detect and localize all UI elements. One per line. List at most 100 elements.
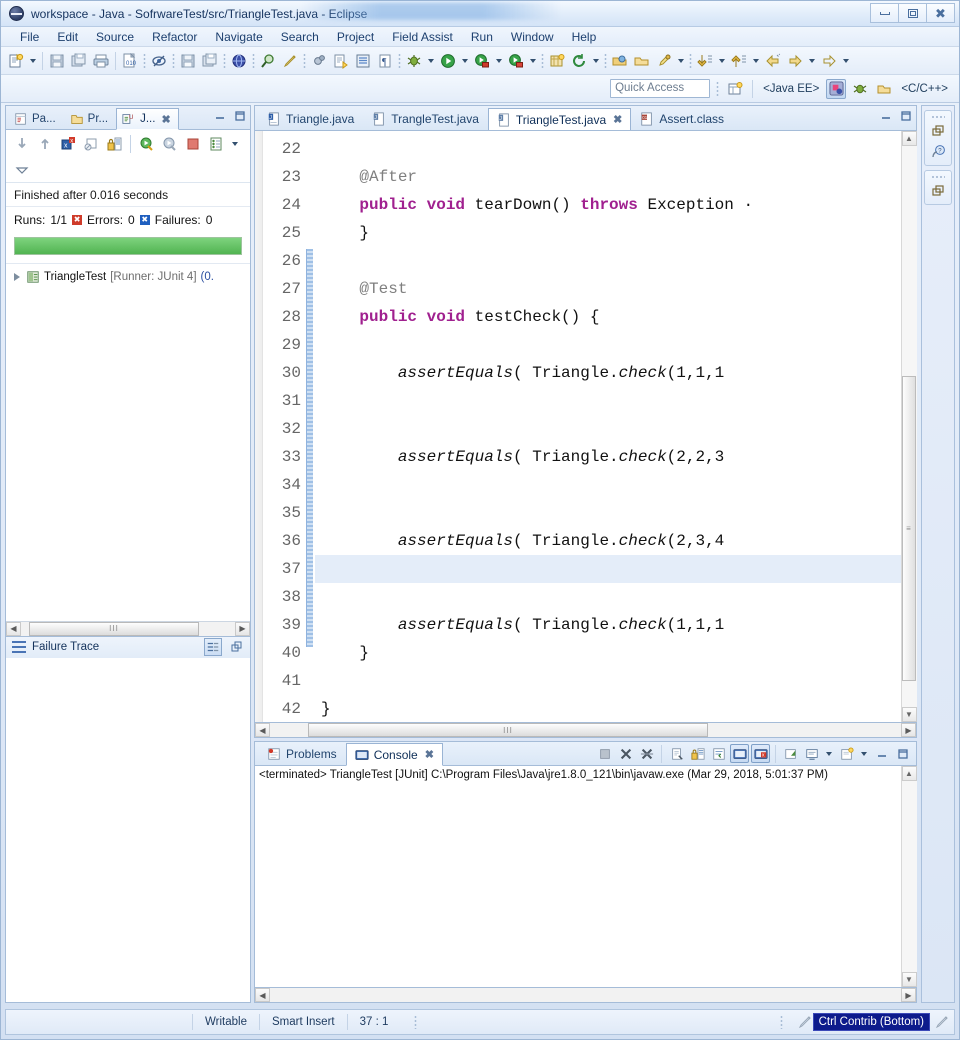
maximize-view-icon[interactable] (233, 109, 247, 123)
new-wizard-icon[interactable] (5, 50, 27, 72)
toggle-mark-occurrences-icon[interactable] (148, 50, 170, 72)
junit-scroll-track[interactable]: III (21, 621, 235, 636)
code-line[interactable] (315, 331, 901, 359)
fast-view-grip[interactable] (931, 115, 945, 119)
menu-file[interactable]: File (11, 28, 48, 46)
run-dropdown-icon[interactable] (462, 58, 468, 63)
link-dropdown-icon[interactable] (678, 58, 684, 63)
menu-run[interactable]: Run (462, 28, 502, 46)
marker-column[interactable] (255, 131, 263, 722)
code-line[interactable]: } (315, 639, 901, 667)
code-line[interactable]: assertEquals( Triangle.check(2,2,3 (315, 443, 901, 471)
code-line[interactable] (315, 415, 901, 443)
tab-junit[interactable]: U J... ✖ (116, 108, 179, 130)
console-scroll-track[interactable] (901, 781, 917, 972)
editor-tab-assert-class[interactable]: 010 Assert.class (631, 107, 733, 130)
debug-dropdown-icon[interactable] (428, 58, 434, 63)
open-perspective-button[interactable] (725, 79, 745, 99)
console-scroll-up-icon[interactable]: ▲ (901, 766, 917, 781)
display-selected-console-icon[interactable] (802, 744, 821, 763)
refresh-dropdown-icon[interactable] (593, 58, 599, 63)
scroll-up-icon[interactable]: ▲ (901, 131, 917, 146)
word-wrap-icon[interactable] (709, 744, 728, 763)
open-folder-icon[interactable] (631, 50, 653, 72)
refresh-icon[interactable] (568, 50, 590, 72)
code-content[interactable]: @After public void tearDown() throws Exc… (315, 131, 901, 722)
code-line[interactable] (315, 471, 901, 499)
scroll-right-icon[interactable]: ▶ (235, 621, 250, 636)
code-line[interactable] (315, 247, 901, 275)
next-annotation-icon[interactable] (728, 50, 750, 72)
test-run-history-icon[interactable] (206, 134, 226, 154)
scroll-down-icon[interactable]: ▼ (901, 707, 917, 722)
forward-2-icon[interactable] (818, 50, 840, 72)
quick-access-input[interactable]: Quick Access (610, 79, 711, 98)
console-minimize-icon[interactable] (872, 744, 891, 763)
help-view-icon[interactable]: ? (929, 143, 947, 161)
forward-2-dropdown-icon[interactable] (843, 58, 849, 63)
search-icon[interactable] (257, 50, 279, 72)
editor-tab-close-icon[interactable]: ✖ (613, 113, 622, 126)
code-line[interactable]: assertEquals( Triangle.check(1,1,1 (315, 611, 901, 639)
show-skipped-icon[interactable] (81, 134, 101, 154)
menu-window[interactable]: Window (502, 28, 563, 46)
scroll-left-icon[interactable]: ◀ (6, 621, 21, 636)
perspective-java-button[interactable] (826, 78, 847, 99)
pencil-icon[interactable] (279, 50, 301, 72)
console-scroll-left-icon[interactable]: ◀ (255, 988, 270, 1002)
junit-scroll-thumb[interactable]: III (29, 621, 199, 636)
editor-vertical-scrollbar[interactable]: ▲ ≡ ▼ (901, 131, 917, 722)
console-hscroll-track[interactable] (270, 988, 901, 1002)
coverage-dropdown-icon[interactable] (530, 58, 536, 63)
minimize-view-icon[interactable] (213, 109, 227, 123)
menu-project[interactable]: Project (328, 28, 383, 46)
previous-annotation-dropdown-icon[interactable] (719, 58, 725, 63)
console-maximize-icon[interactable] (893, 744, 912, 763)
edit-pencil-icon-2[interactable] (934, 1014, 950, 1030)
next-failure-icon[interactable] (12, 134, 32, 154)
scroll-lock-icon[interactable] (688, 744, 707, 763)
menu-help[interactable]: Help (563, 28, 606, 46)
tree-item-triangletest[interactable]: TriangleTest [Runner: JUnit 4] (0. (10, 270, 246, 284)
code-line[interactable]: public void testCheck() { (315, 303, 901, 331)
show-console-on-output-icon[interactable] (730, 744, 749, 763)
minimize-button[interactable] (870, 3, 899, 23)
menu-source[interactable]: Source (87, 28, 143, 46)
globe-icon[interactable] (228, 50, 250, 72)
view-menu-icon[interactable] (12, 160, 32, 180)
code-scroll-right-icon[interactable]: ▶ (901, 723, 916, 737)
tab-junit-close-icon[interactable]: ✖ (161, 113, 170, 126)
perspective-java-ee-label[interactable]: <Java EE> (760, 83, 822, 95)
next-annotation-dropdown-icon[interactable] (753, 58, 759, 63)
tab-console[interactable]: Console ✖ (345, 743, 443, 766)
remove-launch-icon[interactable] (616, 744, 635, 763)
perspective-debug-button[interactable] (850, 79, 870, 99)
tab-console-close-icon[interactable]: ✖ (425, 748, 434, 761)
editor-horizontal-scrollbar[interactable]: ◀ III ▶ (254, 723, 917, 738)
save-all-2-icon[interactable] (199, 50, 221, 72)
editor-tab-triangle-java[interactable]: J Triangle.java (258, 107, 363, 130)
forward-dropdown-icon[interactable] (809, 58, 815, 63)
editor-scroll-thumb[interactable]: ≡ (901, 376, 916, 681)
open-console-dropdown-icon[interactable] (861, 751, 867, 756)
print-icon[interactable] (90, 50, 112, 72)
perspective-resource-button[interactable] (874, 79, 894, 99)
new-java-package-icon[interactable] (546, 50, 568, 72)
forward-icon[interactable] (784, 50, 806, 72)
code-scroll-thumb[interactable]: III (308, 723, 708, 737)
save-all-icon[interactable] (68, 50, 90, 72)
tab-problems[interactable]: Problems (258, 742, 346, 765)
restore-2-icon[interactable] (929, 182, 947, 200)
previous-failure-icon[interactable] (35, 134, 55, 154)
rerun-test-icon[interactable] (137, 134, 157, 154)
open-type-icon[interactable] (609, 50, 631, 72)
code-line[interactable] (315, 499, 901, 527)
code-line[interactable] (315, 135, 901, 163)
code-line[interactable]: } (315, 695, 901, 722)
coverage-icon[interactable] (505, 50, 527, 72)
expand-arrow-icon[interactable] (14, 273, 20, 281)
display-console-dropdown-icon[interactable] (826, 751, 832, 756)
code-line[interactable] (315, 387, 901, 415)
previous-annotation-icon[interactable] (694, 50, 716, 72)
remove-all-terminated-icon[interactable] (637, 744, 656, 763)
